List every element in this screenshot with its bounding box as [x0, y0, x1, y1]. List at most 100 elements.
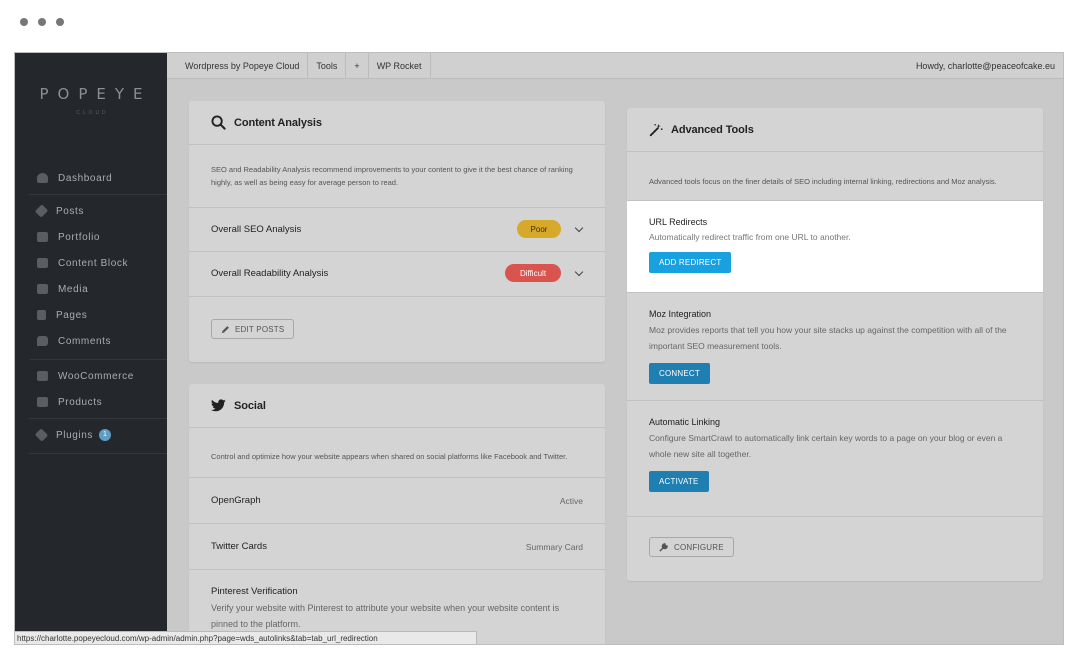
sidebar-item-label: Pages [56, 309, 88, 321]
autolink-description: Configure SmartCrawl to automatically li… [649, 433, 1003, 459]
content-analysis-intro: SEO and Readability Analysis recommend i… [189, 145, 605, 208]
content-analysis-description: SEO and Readability Analysis recommend i… [211, 165, 573, 187]
sidebar-item-plugins[interactable]: Plugins 1 [15, 424, 167, 446]
seo-analysis-row[interactable]: Overall SEO Analysis Poor [189, 208, 605, 252]
brand-logo[interactable]: POPEYE [15, 85, 167, 103]
pencil-icon [221, 325, 229, 333]
sidebar-item-label: Comments [58, 335, 112, 347]
topbar-wp-rocket-link[interactable]: WP Rocket [369, 53, 431, 79]
advanced-tools-footer: CONFIGURE [627, 517, 1043, 557]
moz-description: Moz provides reports that tell you how y… [649, 325, 1007, 351]
advanced-tools-intro: Advanced tools focus on the finer detail… [627, 152, 1043, 201]
admin-top-bar: Wordpress by Popeye Cloud Tools + WP Roc… [167, 53, 1063, 79]
url-redirects-title: URL Redirects [649, 217, 708, 227]
sidebar-item-label: Dashboard [58, 172, 113, 184]
autolink-title: Automatic Linking [649, 417, 721, 427]
advanced-tools-title: Advanced Tools [671, 123, 754, 136]
media-icon [37, 284, 48, 294]
sidebar-item-content-block[interactable]: Content Block [15, 252, 167, 274]
menu-divider [29, 194, 167, 195]
magic-wand-icon [649, 123, 663, 137]
content-analysis-footer: EDIT POSTS [189, 297, 605, 339]
advanced-tools-header: Advanced Tools [627, 108, 1043, 152]
automatic-linking-section: Automatic Linking Configure SmartCrawl t… [627, 401, 1043, 517]
menu-divider [29, 359, 167, 360]
close-window-dot[interactable] [20, 18, 28, 26]
opengraph-row[interactable]: OpenGraph Active [189, 478, 605, 524]
configure-button[interactable]: CONFIGURE [649, 537, 734, 557]
opengraph-label: OpenGraph [211, 495, 261, 506]
edit-posts-label: EDIT POSTS [235, 324, 285, 334]
moz-integration-section: Moz Integration Moz provides reports tha… [627, 293, 1043, 401]
readability-analysis-label: Overall Readability Analysis [211, 268, 329, 279]
url-redirects-section: URL Redirects Automatically redirect tra… [627, 201, 1043, 293]
topbar-new-link[interactable]: + [346, 53, 369, 79]
menu-divider [29, 418, 167, 419]
topbar-tools-link[interactable]: Tools [308, 53, 347, 79]
sidebar-item-label: Media [58, 283, 89, 295]
brand-logo-sub: CLOUD [76, 110, 109, 116]
dashboard-icon [37, 173, 48, 183]
window-controls [20, 18, 64, 26]
twitter-cards-status: Summary Card [525, 542, 583, 552]
menu-divider [29, 453, 167, 454]
readability-analysis-row[interactable]: Overall Readability Analysis Difficult [189, 252, 605, 297]
sidebar-item-comments[interactable]: Comments [15, 330, 167, 352]
topbar-user-greeting[interactable]: Howdy, charlotte@peaceofcake.eu [916, 61, 1063, 71]
pinterest-title: Pinterest Verification [211, 586, 298, 597]
seo-analysis-label: Overall SEO Analysis [211, 224, 302, 235]
search-icon [211, 115, 226, 130]
sidebar-item-label: Products [58, 396, 103, 408]
pin-icon [34, 204, 49, 218]
woo-icon [37, 371, 48, 381]
admin-sidebar: POPEYE CLOUD Dashboard Posts Portfolio C… [15, 53, 167, 644]
pinterest-row: Pinterest Verification Verify your websi… [189, 570, 605, 632]
block-icon [37, 258, 48, 268]
readability-status-badge: Difficult [505, 264, 561, 282]
minimize-window-dot[interactable] [38, 18, 46, 26]
sidebar-item-label: Plugins [56, 429, 93, 441]
url-redirects-description: Automatically redirect traffic from one … [649, 232, 851, 242]
advanced-tools-description: Advanced tools focus on the finer detail… [649, 177, 997, 186]
twitter-cards-row[interactable]: Twitter Cards Summary Card [189, 524, 605, 570]
social-card: Social Control and optimize how your web… [189, 384, 605, 644]
sidebar-item-pages[interactable]: Pages [15, 304, 167, 326]
twitter-icon [211, 399, 226, 412]
sidebar-item-products[interactable]: Products [15, 391, 167, 413]
activate-button[interactable]: ACTIVATE [649, 471, 709, 492]
edit-posts-button[interactable]: EDIT POSTS [211, 319, 295, 339]
sidebar-item-woocommerce[interactable]: WooCommerce [15, 365, 167, 387]
sidebar-item-posts[interactable]: Posts [15, 200, 167, 222]
wp-admin-screen: POPEYE CLOUD Dashboard Posts Portfolio C… [14, 52, 1064, 645]
sidebar-item-portfolio[interactable]: Portfolio [15, 226, 167, 248]
sidebar-item-media[interactable]: Media [15, 278, 167, 300]
sidebar-item-label: WooCommerce [58, 370, 134, 382]
maximize-window-dot[interactable] [56, 18, 64, 26]
sidebar-item-label: Posts [56, 205, 85, 217]
content-analysis-card: Content Analysis SEO and Readability Ana… [189, 101, 605, 362]
sidebar-item-dashboard[interactable]: Dashboard [15, 167, 167, 189]
content-analysis-title: Content Analysis [234, 116, 322, 129]
social-description: Control and optimize how your website ap… [211, 452, 568, 461]
chevron-down-icon[interactable] [574, 267, 584, 277]
comment-icon [37, 336, 48, 346]
chevron-down-icon[interactable] [574, 223, 584, 233]
moz-title: Moz Integration [649, 309, 712, 319]
advanced-tools-card: Advanced Tools Advanced tools focus on t… [627, 108, 1043, 581]
social-title: Social [234, 399, 266, 412]
grid-icon [37, 232, 48, 242]
pinterest-description: Verify your website with Pinterest to at… [211, 603, 560, 629]
content-analysis-header: Content Analysis [189, 101, 605, 145]
box-icon [37, 397, 48, 407]
page-icon [37, 310, 46, 320]
social-header: Social [189, 384, 605, 428]
social-intro: Control and optimize how your website ap… [189, 428, 605, 478]
seo-status-badge: Poor [517, 220, 561, 238]
add-redirect-button[interactable]: ADD REDIRECT [649, 252, 732, 273]
connect-button[interactable]: CONNECT [649, 363, 710, 384]
topbar-site-link[interactable]: Wordpress by Popeye Cloud [167, 53, 309, 79]
plugins-update-badge: 1 [99, 429, 111, 441]
sidebar-item-label: Portfolio [58, 231, 101, 243]
browser-window: POPEYE CLOUD Dashboard Posts Portfolio C… [0, 0, 1073, 655]
plug-icon [34, 428, 49, 442]
